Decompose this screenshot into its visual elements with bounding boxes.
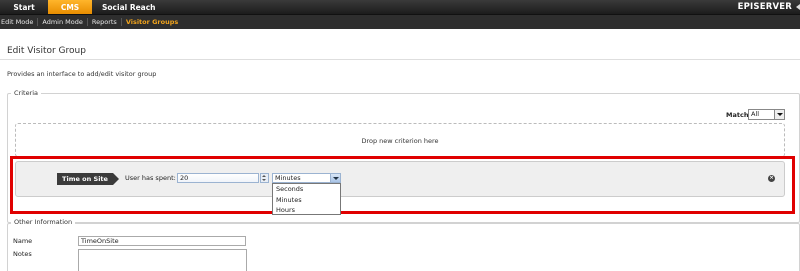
other-info-legend: Other Information [11, 218, 76, 226]
unit-select[interactable]: Minutes [272, 173, 341, 183]
chevron-down-icon[interactable] [330, 174, 340, 182]
match-label: Match [726, 111, 749, 119]
brand-logo: EPISERVER [738, 0, 792, 14]
top-tab-social-reach[interactable]: Social Reach [92, 0, 167, 14]
match-select-value: All [751, 110, 760, 118]
spinner-down-icon[interactable] [262, 179, 266, 181]
sub-nav-bar: Edit Mode Admin Mode Reports Visitor Gro… [0, 14, 800, 29]
top-tab-cms[interactable]: CMS [48, 0, 92, 14]
brand-logo-text: EPISERVER [737, 2, 792, 12]
unit-dropdown-list: Seconds Minutes Hours [272, 183, 341, 215]
unit-select-value: Minutes [275, 174, 301, 182]
top-tab-start[interactable]: Start [0, 0, 48, 14]
criteria-legend: Criteria [11, 89, 42, 97]
unit-option-minutes[interactable]: Minutes [273, 195, 340, 206]
notes-label: Notes [13, 250, 32, 258]
spinner-up-icon[interactable] [262, 175, 266, 177]
subnav-edit-mode[interactable]: Edit Mode [0, 18, 39, 26]
spent-label: User has spent: [125, 174, 176, 182]
remove-circle-icon[interactable]: × [768, 175, 775, 182]
top-nav-bar: Start CMS Social Reach EPISERVER [0, 0, 800, 14]
match-select[interactable]: All [748, 109, 785, 120]
unit-option-seconds[interactable]: Seconds [273, 184, 340, 195]
title-divider [0, 59, 800, 60]
criterion-name-tag[interactable]: Time on Site [57, 173, 119, 185]
subnav-visitor-groups[interactable]: Visitor Groups [122, 18, 182, 26]
notes-textarea[interactable] [78, 249, 247, 271]
subnav-admin-mode[interactable]: Admin Mode [38, 18, 88, 26]
subnav-reports[interactable]: Reports [88, 18, 122, 26]
chevron-down-icon[interactable] [774, 110, 784, 119]
name-input[interactable]: TimeOnSite [78, 236, 246, 246]
page-description: Provides an interface to add/edit visito… [7, 70, 157, 78]
criterion-drop-zone[interactable]: Drop new criterion here [15, 123, 785, 157]
spent-input[interactable]: 20 [177, 173, 259, 183]
spinner-arrows-icon[interactable] [260, 173, 269, 183]
unit-option-hours[interactable]: Hours [273, 205, 340, 216]
name-label: Name [13, 237, 33, 245]
collapse-arrow-icon[interactable] [796, 4, 800, 10]
page-title: Edit Visitor Group [7, 46, 86, 56]
